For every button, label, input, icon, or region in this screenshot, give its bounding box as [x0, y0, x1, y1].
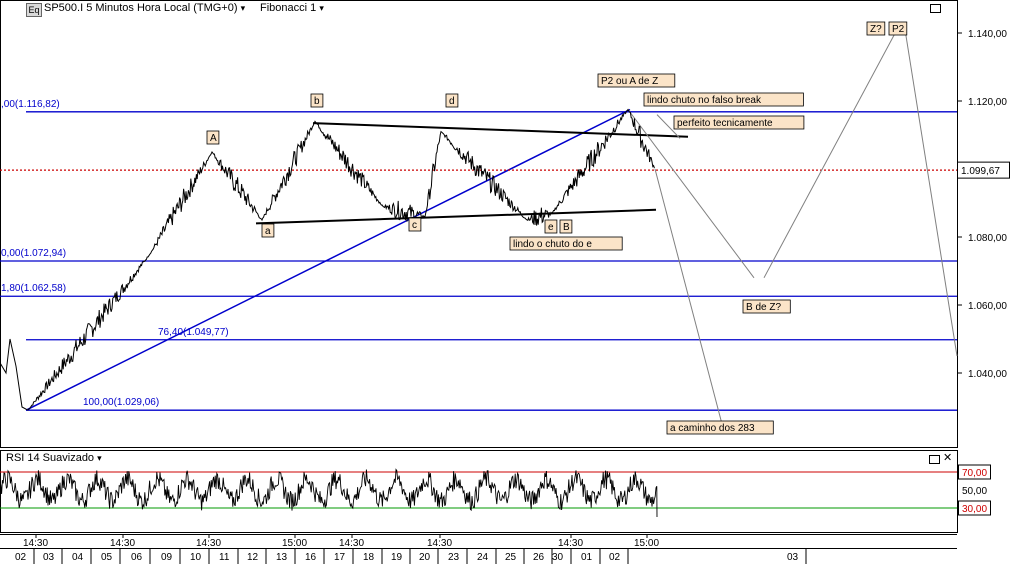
upper-trendline — [312, 122, 689, 138]
instrument-title[interactable]: SP500.I 5 Minutos Hora Local (TMG+0) ▾ — [44, 2, 245, 14]
date-axis-label: 02 — [15, 552, 27, 563]
annotation-layer: Ab d a c e B P2 ou A de Z Z? P2 lindo chuto no fa… — [206, 21, 908, 435]
fib-level-label: ,00(1.116,82) — [1, 99, 60, 110]
chevron-down-icon[interactable]: ▾ — [319, 3, 324, 13]
date-axis-label: 19 — [391, 552, 403, 563]
chevron-down-icon[interactable]: ▾ — [241, 3, 246, 13]
date-axis-label: 09 — [161, 552, 173, 563]
date-axis-label: 02 — [609, 552, 621, 563]
fib-level-label: 0,00(1.072,94) — [1, 248, 66, 259]
minimize-icon[interactable] — [929, 455, 940, 464]
date-axis-label: 24 — [477, 552, 489, 563]
maximize-icon[interactable] — [930, 4, 941, 13]
rsi-layer: 70,00 50,00 30,00 — [0, 464, 991, 518]
time-axis-label: 14:30 — [339, 538, 364, 549]
date-axis-label: 18 — [363, 552, 375, 563]
wave-label: A — [210, 133, 217, 144]
projection-line — [763, 29, 898, 279]
wave-label: b — [314, 96, 320, 107]
time-axis-label: 14:30 — [558, 538, 583, 549]
rsi-series-line — [0, 468, 658, 518]
rsi-axis-label: 50,00 — [962, 486, 987, 497]
fib-level-label: 76,40(1.049,77) — [158, 327, 229, 338]
chart-canvas[interactable]: ,00(1.116,82) 0,00(1.072,94) 1,80(1.062,58… — [0, 0, 1015, 564]
date-axis-label: 06 — [131, 552, 143, 563]
rsi-axis-label: 30,00 — [962, 504, 987, 515]
chevron-down-icon[interactable]: ▾ — [97, 453, 102, 463]
price-axis-label: 1.080,00 — [968, 233, 1007, 244]
annotation-label: lindo chuto no falso break — [647, 95, 762, 106]
date-axis-label: 01 — [581, 552, 593, 563]
wave-label: d — [449, 96, 455, 107]
projection-line — [904, 29, 958, 357]
wave-label: c — [412, 220, 417, 231]
rsi-title-label: RSI 14 Suavizado — [6, 452, 95, 464]
time-axis-label: 15:00 — [282, 538, 307, 549]
price-axis-label: 1.040,00 — [968, 369, 1007, 380]
symbol-badge[interactable]: Eq — [26, 3, 42, 17]
price-axis-label: 1.120,00 — [968, 97, 1007, 108]
symbol-badge-text: Eq — [28, 5, 40, 15]
annotation-label: a caminho dos 283 — [670, 423, 755, 434]
price-panel-frame — [0, 0, 958, 448]
lower-trendline — [255, 208, 657, 225]
fib-level-label: 100,00(1.029,06) — [83, 397, 159, 408]
date-axis-label: 23 — [448, 552, 460, 563]
projection-line — [627, 109, 755, 279]
date-axis-label: 12 — [247, 552, 259, 563]
annotation-label: B de Z? — [746, 302, 781, 313]
date-axis-label: 03 — [787, 552, 799, 563]
fibonacci-layer: ,00(1.116,82) 0,00(1.072,94) 1,80(1.062,58… — [0, 99, 957, 411]
price-axis: 1.140,001.120,001.100,001.080,001.060,00… — [957, 29, 1010, 380]
wave-label: a — [265, 226, 271, 237]
close-icon[interactable]: ✕ — [943, 451, 952, 464]
close-glyph: ✕ — [943, 452, 953, 464]
rsi-axis-label: 70,00 — [962, 468, 987, 479]
time-axis-label: 14:30 — [196, 538, 221, 549]
time-axis-label: 15:00 — [634, 538, 659, 549]
annotation-label: perfeito tecnicamente — [677, 118, 773, 129]
time-axis-label: 14:30 — [23, 538, 48, 549]
study-label: Fibonacci 1 — [260, 2, 317, 14]
study-title[interactable]: Fibonacci 1 ▾ — [260, 2, 324, 14]
time-axis-label: 14:30 — [427, 538, 452, 549]
wave-label: B — [563, 222, 570, 233]
date-axis-label: 11 — [219, 552, 230, 563]
time-axis-label: 14:30 — [110, 538, 135, 549]
date-axis-label: 10 — [190, 552, 202, 563]
rsi-title[interactable]: RSI 14 Suavizado ▾ — [6, 452, 102, 464]
date-axis-label: 13 — [276, 552, 288, 563]
date-axis-label: 20 — [419, 552, 431, 563]
date-axis-label: 03 — [43, 552, 55, 563]
wave-label: P2 ou A de Z — [601, 76, 658, 87]
wave-label: Z? — [870, 24, 882, 35]
instrument-label: SP500.I 5 Minutos Hora Local (TMG+0) — [44, 2, 238, 14]
fib-trend-line — [25, 108, 631, 411]
wave-label: P2 — [892, 24, 905, 35]
wave-label: e — [548, 222, 554, 233]
current-price-label: 1.099,67 — [961, 166, 1000, 177]
date-axis-label: 30 — [552, 552, 564, 563]
price-axis-label: 1.060,00 — [968, 301, 1007, 312]
date-axis-label: 25 — [505, 552, 517, 563]
date-axis-label: 04 — [72, 552, 84, 563]
price-series-stub — [0, 338, 29, 411]
trendline-layer — [255, 29, 958, 425]
fib-level-label: 1,80(1.062,58) — [1, 283, 66, 294]
date-axis-label: 05 — [101, 552, 113, 563]
price-axis-label: 1.140,00 — [968, 29, 1007, 40]
date-axis-label: 26 — [533, 552, 545, 563]
annotation-label: lindo o chuto do e — [513, 239, 592, 250]
date-axis-label: 17 — [334, 552, 346, 563]
date-axis-label: 16 — [305, 552, 317, 563]
price-series-line — [27, 108, 655, 411]
